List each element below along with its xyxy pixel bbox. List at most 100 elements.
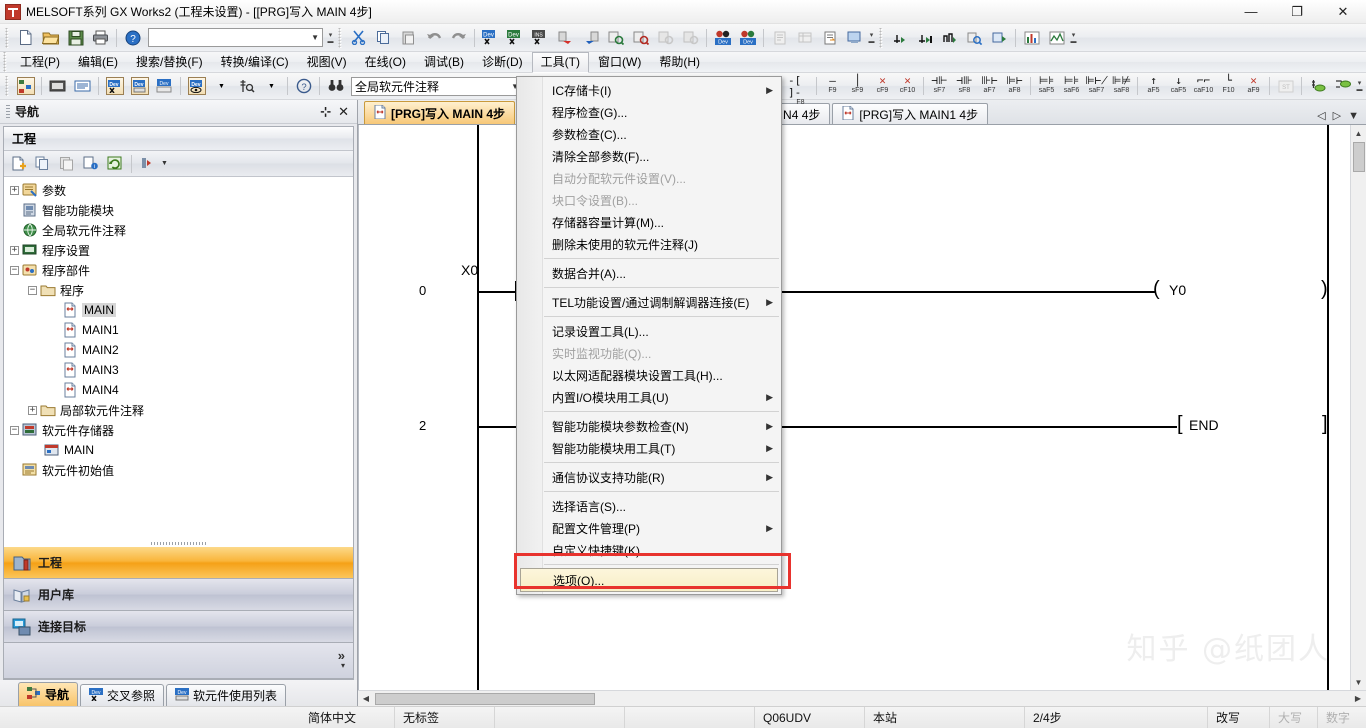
scroll-left-icon[interactable]: ◀ — [358, 691, 374, 707]
expander-icon[interactable]: − — [28, 285, 37, 295]
nav-section-user-library[interactable]: 用户库 — [4, 579, 353, 611]
menu-find-replace[interactable]: 搜索/替换(F) — [127, 52, 212, 73]
ladder-key-af9[interactable]: ✕ aF9 — [1241, 74, 1266, 99]
tree-node-program-folder[interactable]: − 程序 — [4, 280, 353, 300]
navigation-window-icon[interactable] — [14, 75, 37, 97]
help-icon[interactable]: ? — [121, 27, 144, 49]
chevron-double-right-icon[interactable]: » — [338, 649, 345, 662]
ladder-key-cf9[interactable]: ✕ cF9 — [870, 74, 895, 99]
element-list-icon[interactable] — [46, 75, 69, 97]
menu-window[interactable]: 窗口(W) — [589, 52, 650, 73]
menu-edit[interactable]: 编辑(E) — [69, 52, 127, 73]
tree-node-pou[interactable]: − 程序部件 — [4, 260, 353, 280]
tree-node-global-comment[interactable]: 全局软元件注释 — [4, 220, 353, 240]
menu-item-merge-data[interactable]: 数据合并(A)... — [517, 262, 781, 284]
vertical-scrollbar[interactable]: ▲ ▼ — [1350, 125, 1366, 690]
minimize-button[interactable]: — — [1228, 0, 1274, 24]
convert-icon[interactable] — [554, 27, 577, 49]
tree-node-main3[interactable]: MAIN3 — [4, 360, 353, 380]
monitor-mode-icon[interactable]: Dev — [185, 75, 208, 97]
menu-item-parameter-check[interactable]: 参数检查(C)... — [517, 123, 781, 145]
paste-icon[interactable] — [397, 27, 420, 49]
redo-icon[interactable] — [447, 27, 470, 49]
compile-selected-icon[interactable] — [629, 27, 652, 49]
ladder-key-caf10[interactable]: ⌐⌐ caF10 — [1191, 74, 1216, 99]
vscroll-thumb[interactable] — [1352, 142, 1365, 172]
menu-item-options[interactable]: 选项(O)... — [520, 568, 778, 592]
save-icon[interactable] — [64, 27, 87, 49]
binoculars-icon[interactable] — [324, 75, 347, 97]
refresh-icon[interactable] — [104, 154, 126, 174]
nav-section-connection-target[interactable]: 连接目标 — [4, 611, 353, 643]
menu-item-delete-unused-comments[interactable]: 删除未使用的软元件注释(J) — [517, 233, 781, 255]
menu-convert-compile[interactable]: 转换/编译(C) — [212, 52, 298, 73]
ladder-key-saf8[interactable]: ⊫⊭ saF8 — [1109, 74, 1134, 99]
ladder-key-sf9[interactable]: │ sF9 — [845, 74, 870, 99]
ladder-key-saf7[interactable]: ⊫⊬ saF7 — [1084, 74, 1109, 99]
close-panel-icon[interactable]: ✕ — [338, 104, 349, 119]
navigation-grip[interactable] — [6, 104, 10, 119]
menu-item-logging-config-tool[interactable]: 记录设置工具(L)... — [517, 320, 781, 342]
ladder-key-cf10[interactable]: ✕ cF10 — [895, 74, 920, 99]
monitor-mode-dropdown-icon[interactable]: ▼ — [210, 75, 233, 97]
comment-select-combo[interactable]: 全局软元件注释 ▼ — [351, 76, 523, 96]
chevron-down-icon[interactable]: ▼ — [311, 33, 319, 42]
device-search-icon[interactable] — [235, 75, 258, 97]
menu-item-ic-memory-card[interactable]: IC存储卡(I) ▶ — [517, 79, 781, 101]
editor-tab-main1[interactable]: [PRG]写入 MAIN1 4步 — [832, 103, 989, 124]
tab-prev-icon[interactable]: ◁ — [1317, 109, 1325, 122]
toolbar-combo[interactable]: ▼ — [148, 28, 323, 47]
menubar-grip[interactable] — [2, 52, 9, 72]
ladder-toolbar-overflow[interactable]: ▾ ▬ — [1355, 76, 1364, 96]
monitor-stop-icon[interactable]: Dev — [736, 27, 759, 49]
paste-data-icon[interactable] — [56, 154, 78, 174]
ladder-key-af7[interactable]: ⊪⊢ aF7 — [977, 74, 1002, 99]
tab-next-icon[interactable]: ▷ — [1333, 109, 1341, 122]
menu-item-tel-function[interactable]: TEL功能设置/通过调制解调器连接(E) ▶ — [517, 291, 781, 313]
tree-node-program-setting[interactable]: + 程序设置 — [4, 240, 353, 260]
pin-icon[interactable]: ⊹ — [320, 104, 331, 119]
print-icon[interactable] — [89, 27, 112, 49]
tree-node-parameters[interactable]: + 参数 — [4, 180, 353, 200]
tree-node-device-memory[interactable]: − 软元件存储器 — [4, 420, 353, 440]
project-tree[interactable]: + 参数 智能功能模块 全局软元件注释 + 程序设置 − 程序部件 − 程序 M… — [4, 177, 353, 540]
remote-operation-icon[interactable] — [843, 27, 866, 49]
toolbar-grip-3[interactable] — [878, 27, 885, 48]
menu-item-intelligent-param-check[interactable]: 智能功能模块参数检查(N) ▶ — [517, 415, 781, 437]
toolbar-grip[interactable] — [4, 27, 11, 48]
comment-display-icon[interactable] — [71, 75, 94, 97]
nav-section-more[interactable]: » ▾ — [4, 643, 353, 679]
navigation-splitter[interactable] — [4, 540, 353, 547]
sort-dropdown-icon[interactable]: ▼ — [161, 160, 168, 167]
expander-icon[interactable]: − — [10, 425, 19, 435]
menu-project[interactable]: 工程(P) — [11, 52, 69, 73]
undo-icon[interactable] — [422, 27, 445, 49]
ladder-toolbar-grip[interactable] — [4, 76, 11, 96]
nav-section-project[interactable]: 工程 — [4, 547, 353, 579]
debug-find-icon[interactable] — [963, 27, 986, 49]
break-point-icon[interactable] — [938, 27, 961, 49]
toolbar-overflow-3[interactable]: ▾ ▬ — [1069, 28, 1078, 48]
menu-item-memory-capacity[interactable]: 存储器容量计算(M)... — [517, 211, 781, 233]
menu-online[interactable]: 在线(O) — [356, 52, 415, 73]
ladder-key-af8[interactable]: ⊫⊢ aF8 — [1002, 74, 1027, 99]
compile-all-icon[interactable] — [604, 27, 627, 49]
logging-icon[interactable] — [1045, 27, 1068, 49]
tree-node-device-init[interactable]: 软元件初始值 — [4, 460, 353, 480]
menu-item-ethernet-adapter-tool[interactable]: 以太网适配器模块设置工具(H)... — [517, 364, 781, 386]
scroll-down-icon[interactable]: ▼ — [1351, 674, 1366, 690]
menu-item-intelligent-module-tool[interactable]: 智能功能模块用工具(T) ▶ — [517, 437, 781, 459]
toolbar-overflow[interactable]: ▾ ▬ — [326, 28, 335, 48]
menu-item-program-check[interactable]: 程序检查(G)... — [517, 101, 781, 123]
ladder-key-caf5[interactable]: ↓ caF5 — [1166, 74, 1191, 99]
menu-item-profile-management[interactable]: 配置文件管理(P) ▶ — [517, 517, 781, 539]
menu-tools[interactable]: 工具(T) — [531, 51, 589, 73]
monitor-start-icon[interactable]: Dev — [711, 27, 734, 49]
insert-row-icon[interactable] — [1306, 75, 1329, 97]
data-property-icon[interactable]: i — [80, 154, 102, 174]
cut-icon[interactable] — [347, 27, 370, 49]
step-run2-icon[interactable] — [913, 27, 936, 49]
step-run-icon[interactable] — [888, 27, 911, 49]
ladder-key-sf7[interactable]: ⊣⊩ sF7 — [927, 74, 952, 99]
convert-back-icon[interactable] — [579, 27, 602, 49]
